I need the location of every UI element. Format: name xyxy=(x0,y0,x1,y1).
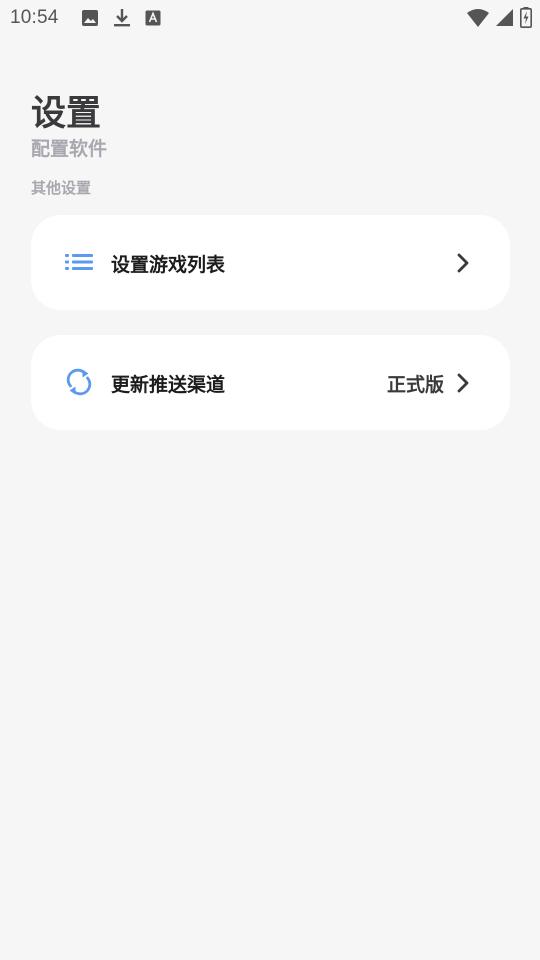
chevron-right-icon xyxy=(456,251,470,275)
status-right-icons xyxy=(467,7,532,28)
chevron-right-icon xyxy=(456,371,470,395)
section-label: 其他设置 xyxy=(31,179,92,197)
refresh-icon xyxy=(64,367,94,397)
status-time: 10:54 xyxy=(10,7,59,28)
text-icon xyxy=(145,10,161,26)
wifi-icon xyxy=(467,8,489,28)
signal-icon xyxy=(495,8,514,27)
list-icon xyxy=(64,247,94,277)
update-channel-value: 正式版 xyxy=(386,374,444,396)
page-subtitle: 配置软件 xyxy=(31,138,108,160)
page-title: 设置 xyxy=(31,94,102,134)
download-icon xyxy=(113,8,131,28)
status-bar: 10:54 xyxy=(0,0,540,36)
settings-item-game-list[interactable]: 设置游戏列表 xyxy=(31,215,510,310)
settings-item-label: 更新推送渠道 xyxy=(111,374,226,396)
settings-item-label: 设置游戏列表 xyxy=(111,254,226,276)
status-left-icons xyxy=(81,8,161,28)
image-icon xyxy=(81,9,99,27)
settings-item-update-channel[interactable]: 更新推送渠道 正式版 xyxy=(31,335,510,430)
battery-charging-icon xyxy=(520,7,532,28)
